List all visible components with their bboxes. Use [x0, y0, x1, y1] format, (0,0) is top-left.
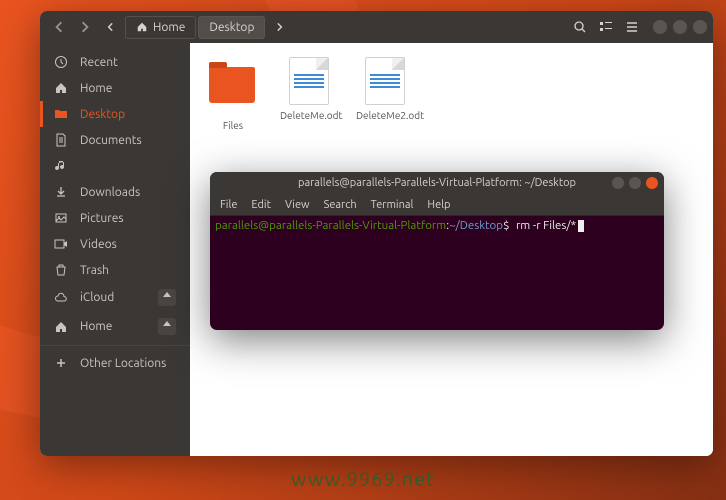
- terminal-content[interactable]: parallels@parallels-Parallels-Virtual-Pl…: [210, 216, 664, 330]
- sidebar-item-documents[interactable]: Documents: [40, 127, 190, 153]
- file-item-files[interactable]: Files: [204, 57, 262, 131]
- sidebar-item-label: Documents: [80, 134, 142, 147]
- breadcrumb-current-label: Desktop: [209, 21, 254, 34]
- sidebar-item-label: Desktop: [80, 108, 125, 121]
- sidebar-item-trash[interactable]: Trash: [40, 257, 190, 283]
- terminal-menu-help[interactable]: Help: [427, 199, 450, 211]
- sidebar-item-home[interactable]: Home: [40, 312, 190, 341]
- terminal-menu-edit[interactable]: Edit: [251, 199, 271, 211]
- breadcrumb-home-label: Home: [153, 21, 185, 34]
- terminal-minimize-button[interactable]: [612, 177, 624, 189]
- sidebar-item-other-locations[interactable]: Other Locations: [40, 350, 190, 376]
- terminal-menu-search[interactable]: Search: [324, 199, 357, 211]
- terminal-menu-view[interactable]: View: [285, 199, 310, 211]
- sidebar: Recent Home Desktop Documents Downloads Pictu…: [40, 43, 190, 456]
- terminal-menubar: File Edit View Search Terminal Help: [210, 194, 664, 216]
- document-icon: [285, 57, 333, 105]
- titlebar: Home Desktop: [40, 11, 713, 43]
- breadcrumb-home[interactable]: Home: [125, 16, 196, 39]
- folder-icon: [209, 67, 257, 115]
- terminal-titlebar: parallels@parallels-Parallels-Virtual-Pl…: [210, 172, 664, 194]
- sidebar-item-label: Downloads: [80, 186, 140, 199]
- sidebar-item-label: Other Locations: [80, 357, 166, 370]
- sidebar-item-label: Recent: [80, 56, 118, 69]
- terminal-maximize-button[interactable]: [629, 177, 641, 189]
- file-label: DeleteMe.odt: [280, 110, 338, 121]
- sidebar-item-label: Pictures: [80, 212, 124, 225]
- maximize-button[interactable]: [673, 20, 687, 34]
- terminal-menu-file[interactable]: File: [220, 199, 237, 211]
- sidebar-item-recent[interactable]: Recent: [40, 49, 190, 75]
- file-item-deleteme2-odt[interactable]: DeleteMe2.odt: [356, 57, 414, 121]
- terminal-menu-terminal[interactable]: Terminal: [371, 199, 414, 211]
- path-forward-chevron[interactable]: [266, 15, 292, 39]
- terminal-close-button[interactable]: [646, 177, 658, 189]
- minimize-button[interactable]: [653, 20, 667, 34]
- sidebar-item-label: Videos: [80, 238, 117, 251]
- file-label: Files: [204, 120, 262, 131]
- sidebar-item-label: Home: [80, 320, 112, 333]
- document-icon: [361, 57, 409, 105]
- menu-button[interactable]: [619, 15, 645, 39]
- sidebar-item-downloads[interactable]: Downloads: [40, 179, 190, 205]
- prompt-path: ~/Desktop: [449, 219, 503, 232]
- sidebar-item-label: Trash: [80, 264, 109, 277]
- terminal-command: rm -r Files/*: [516, 219, 576, 232]
- sidebar-item-icloud[interactable]: iCloud: [40, 283, 190, 312]
- search-button[interactable]: [567, 15, 593, 39]
- nav-back-button[interactable]: [46, 15, 72, 39]
- eject-button[interactable]: [158, 318, 176, 335]
- cursor: [578, 220, 584, 232]
- sidebar-item-desktop[interactable]: Desktop: [40, 101, 190, 127]
- watermark: www.9969.net: [291, 467, 435, 490]
- terminal-window: parallels@parallels-Parallels-Virtual-Pl…: [210, 172, 664, 330]
- sidebar-item-videos[interactable]: Videos: [40, 231, 190, 257]
- sidebar-item-label: Home: [80, 82, 112, 95]
- file-item-deleteme-odt[interactable]: DeleteMe.odt: [280, 57, 338, 121]
- sidebar-item-home[interactable]: Home: [40, 75, 190, 101]
- nav-forward-button[interactable]: [72, 15, 98, 39]
- terminal-title: parallels@parallels-Parallels-Virtual-Pl…: [298, 177, 576, 189]
- sidebar-item-music[interactable]: [40, 153, 190, 179]
- eject-button[interactable]: [158, 289, 176, 306]
- breadcrumb-current[interactable]: Desktop: [198, 16, 265, 39]
- sidebar-item-pictures[interactable]: Pictures: [40, 205, 190, 231]
- file-label: DeleteMe2.odt: [356, 110, 414, 121]
- path-back-chevron[interactable]: [98, 15, 124, 39]
- close-button[interactable]: [693, 20, 707, 34]
- view-toggle-button[interactable]: [593, 15, 619, 39]
- sidebar-item-label: iCloud: [80, 291, 114, 304]
- prompt-user: parallels@parallels-Parallels-Virtual-Pl…: [215, 219, 446, 232]
